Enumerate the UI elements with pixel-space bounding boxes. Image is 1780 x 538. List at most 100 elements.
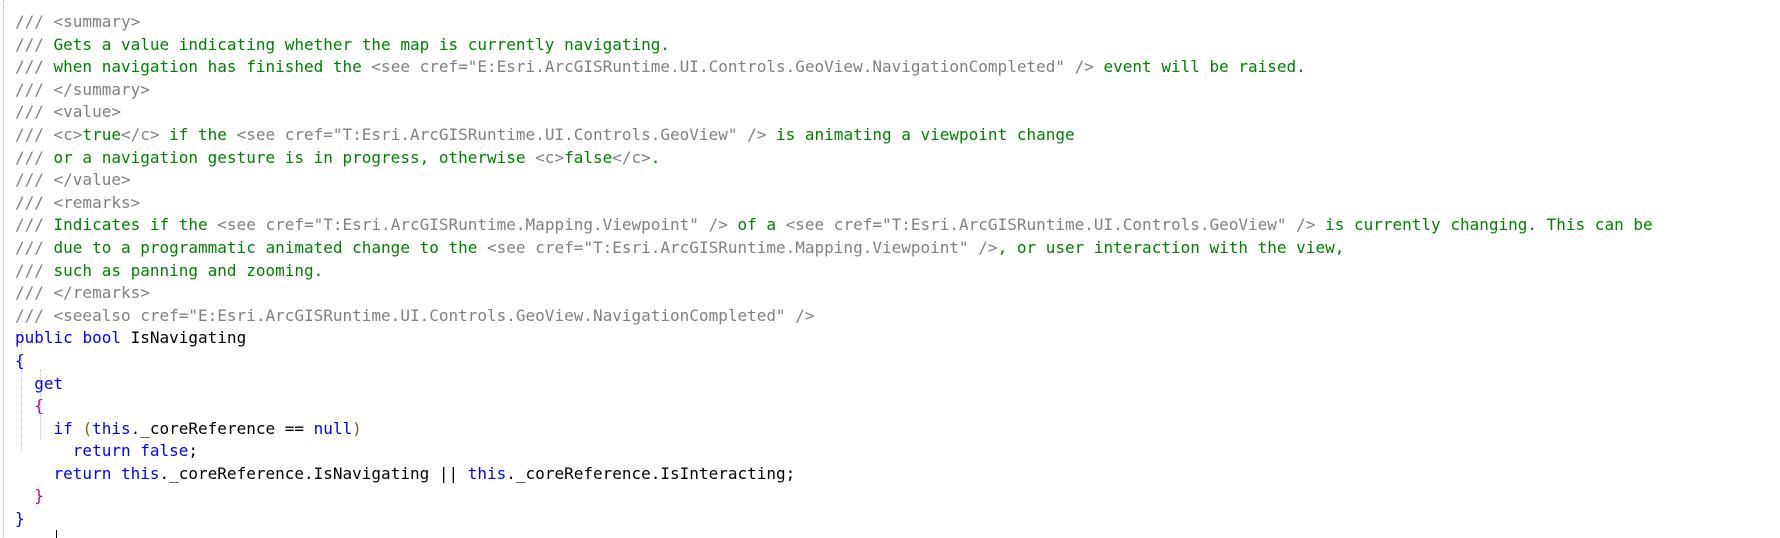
code-line[interactable]: return false; — [15, 440, 1653, 463]
code-token: Gets a value indicating whether the map … — [53, 34, 671, 54]
code-token: <see cref="E:Esri.ArcGISRuntime.UI.Contr… — [371, 57, 1094, 77]
code-token: <remarks> — [53, 192, 141, 212]
code-token: this — [92, 418, 131, 438]
code-token: return — [72, 441, 131, 461]
code-token: false — [140, 441, 189, 461]
code-token: </c> — [612, 147, 651, 167]
code-line[interactable]: /// </summary> — [15, 79, 1653, 102]
code-token: ._coreReference == — [130, 418, 314, 438]
code-token: </summary> — [53, 79, 150, 99]
code-line[interactable]: } — [15, 485, 1653, 508]
code-token: if — [53, 418, 73, 438]
code-token: /// — [15, 34, 54, 54]
code-token: } — [15, 509, 25, 529]
code-line[interactable]: /// <remarks> — [15, 192, 1653, 215]
code-token: IsNavigating — [120, 328, 247, 348]
code-token: get — [34, 373, 64, 393]
code-token: false — [564, 147, 613, 167]
code-token: when navigation has finished the — [53, 57, 372, 77]
code-line[interactable]: /// <c>true</c> if the <see cref="T:Esri… — [15, 124, 1653, 147]
code-token: . — [650, 147, 661, 167]
code-token: /// — [15, 215, 54, 235]
code-token: public — [15, 328, 73, 348]
code-token: { — [15, 350, 25, 370]
code-token: is currently changing. This can be — [1315, 215, 1653, 235]
code-line[interactable]: /// </remarks> — [15, 282, 1653, 305]
text-caret — [56, 530, 57, 538]
code-token: ._coreReference.IsInteracting; — [506, 463, 796, 483]
code-token: of a — [727, 215, 786, 235]
code-line[interactable]: { — [15, 395, 1653, 418]
code-token: /// — [15, 147, 54, 167]
code-line[interactable]: /// Indicates if the <see cref="T:Esri.A… — [15, 214, 1653, 237]
code-line[interactable]: /// Gets a value indicating whether the … — [15, 34, 1653, 57]
code-editor[interactable]: /// <summary>/// Gets a value indicating… — [0, 0, 1780, 538]
code-token: /// — [15, 237, 54, 257]
code-line[interactable]: /// <summary> — [15, 11, 1653, 34]
code-token: this — [120, 463, 160, 483]
code-token: <see cref="T:Esri.ArcGISRuntime.Mapping.… — [217, 215, 728, 235]
code-token: <c> — [535, 147, 565, 167]
code-line[interactable]: /// such as panning and zooming. — [15, 260, 1653, 283]
code-token: ( — [82, 418, 93, 438]
code-token: or a navigation gesture is in progress, … — [53, 147, 536, 167]
code-line[interactable]: if (this._coreReference == null) — [15, 418, 1653, 441]
code-line[interactable]: /// due to a programmatic animated chang… — [15, 237, 1653, 260]
code-token: /// — [15, 79, 54, 99]
code-lines[interactable]: /// <summary>/// Gets a value indicating… — [15, 11, 1653, 531]
code-line[interactable]: } — [15, 508, 1653, 531]
code-line[interactable]: /// <seealso cref="E:Esri.ArcGISRuntime.… — [15, 305, 1653, 328]
indent-guide — [3, 0, 4, 538]
code-token: Indicates if the — [53, 215, 218, 235]
code-token: ._coreReference.IsNavigating || — [159, 463, 468, 483]
code-token: is animating a viewpoint change — [766, 124, 1075, 144]
code-line[interactable]: /// when navigation has finished the <se… — [15, 56, 1653, 79]
code-line[interactable]: /// or a navigation gesture is in progre… — [15, 147, 1653, 170]
code-token: <see cref="T:Esri.ArcGISRuntime.UI.Contr… — [236, 124, 767, 144]
code-line[interactable]: return this._coreReference.IsNavigating … — [15, 463, 1653, 486]
code-token: /// — [15, 57, 54, 77]
code-line[interactable]: get — [15, 373, 1653, 396]
code-token: <c> — [53, 124, 83, 144]
code-token: <summary> — [53, 12, 141, 31]
code-token: ; — [188, 441, 199, 461]
code-token: due to a programmatic animated change to… — [53, 237, 488, 257]
code-token: this — [467, 463, 507, 483]
code-token: /// — [15, 305, 54, 325]
code-token: if the — [159, 124, 237, 144]
code-token: /// — [15, 260, 54, 280]
code-line[interactable]: /// <value> — [15, 101, 1653, 124]
code-token: <see cref="T:Esri.ArcGISRuntime.Mapping.… — [487, 237, 998, 257]
code-token: /// — [15, 170, 54, 190]
code-line[interactable]: public bool IsNavigating — [15, 327, 1653, 350]
code-token: event will be raised. — [1093, 57, 1306, 77]
code-token: null — [313, 418, 353, 438]
code-token: true — [82, 124, 121, 144]
code-token: ) — [352, 418, 362, 438]
code-token: /// — [15, 192, 54, 212]
code-token: /// — [15, 283, 54, 303]
code-token: </c> — [120, 124, 160, 144]
code-line[interactable]: { — [15, 350, 1653, 373]
code-token: return — [53, 463, 112, 483]
code-token: /// — [15, 102, 54, 122]
code-token: bool — [82, 328, 121, 348]
code-token: /// — [15, 124, 54, 144]
code-token: <seealso cref="E:Esri.ArcGISRuntime.UI.C… — [53, 305, 815, 325]
code-token: /// — [15, 12, 54, 31]
code-token: such as panning and zooming. — [53, 260, 324, 280]
code-token: } — [34, 486, 44, 506]
code-line[interactable]: /// </value> — [15, 169, 1653, 192]
code-token: </remarks> — [53, 283, 150, 303]
code-token: , or user interaction with the view, — [997, 237, 1345, 257]
